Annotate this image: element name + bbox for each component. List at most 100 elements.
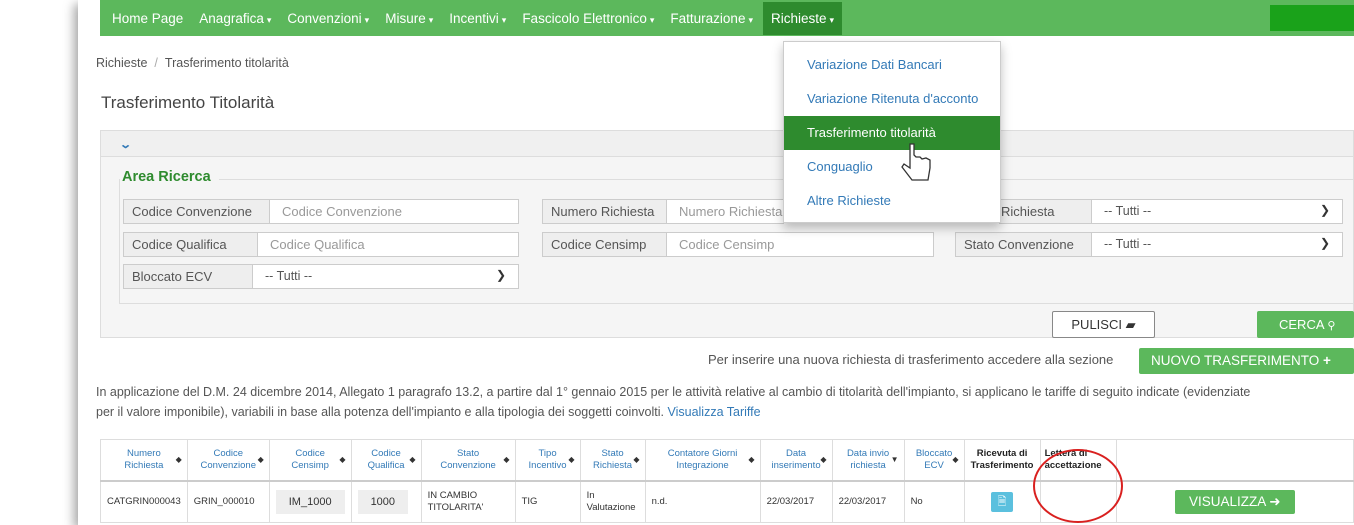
- col-codice-censimp[interactable]: Codice Censimp ◆: [268, 439, 352, 482]
- numero-richiesta-input[interactable]: Numero Richiesta: [667, 199, 784, 224]
- col-label-2: Censimp: [291, 459, 329, 471]
- nav-misure[interactable]: Misure ▾: [385, 11, 433, 26]
- col-actions: [1115, 439, 1354, 482]
- stato-convenzione-select[interactable]: -- Tutti -- ❯: [1092, 232, 1343, 257]
- chevron-down-icon: ❯: [1319, 236, 1330, 250]
- nav-fatturazione[interactable]: Fatturazione ▾: [670, 11, 753, 26]
- col-stato-convenzione[interactable]: Stato Convenzione ◆: [420, 439, 516, 482]
- nav-richieste[interactable]: Richieste ▾: [762, 1, 843, 35]
- breadcrumb: Richieste / Trasferimento titolarità: [96, 56, 289, 70]
- caret-down-icon: ▾: [364, 14, 370, 25]
- stato-convenzione-value: -- Tutti --: [1104, 237, 1152, 251]
- breadcrumb-parent[interactable]: Richieste: [96, 56, 147, 70]
- col-label-2: richiesta: [850, 459, 886, 471]
- col-stato-richiesta[interactable]: Stato Richiesta ◆: [579, 439, 646, 482]
- col-label-2: Richiesta: [593, 459, 633, 471]
- stato-conv-line1: IN CAMBIO: [427, 489, 478, 501]
- stato-richiesta-label: Richiesta: [999, 199, 1092, 224]
- col-label-2: Trasferimento: [970, 459, 1034, 471]
- col-bloccato-ecv[interactable]: Bloccato ECV ◆: [903, 439, 965, 482]
- cell-data-inserimento: 22/03/2017: [759, 480, 833, 523]
- cell-data-invio: 22/03/2017: [831, 480, 905, 523]
- nav-fascicolo-label: Fascicolo Elettronico: [522, 10, 647, 26]
- pdf-download-icon[interactable]: 🗎: [991, 491, 1014, 512]
- censimp-value: IM_1000: [275, 489, 345, 514]
- col-label-2: Convenzione: [200, 459, 256, 471]
- chevron-down-icon[interactable]: ⌄: [119, 138, 132, 151]
- col-data-invio[interactable]: Data invio richiesta ▼: [831, 439, 905, 482]
- sort-icon: ◆: [257, 455, 264, 464]
- col-label-1: Data invio: [846, 447, 890, 459]
- menu-item-variazione-ritenuta[interactable]: Variazione Ritenuta d'acconto: [784, 82, 1000, 116]
- menu-item-trasferimento-titolarita[interactable]: Trasferimento titolarità: [784, 116, 1000, 150]
- codice-qualifica-field: Codice Qualifica Codice Qualifica: [123, 232, 519, 257]
- sort-desc-icon: ▼: [890, 455, 899, 464]
- caret-down-icon: ▾: [748, 14, 753, 25]
- nav-anagrafica[interactable]: Anagrafica ▾: [199, 11, 271, 26]
- col-data-inserimento[interactable]: Data inserimento ◆: [759, 439, 833, 482]
- stato-richiesta-select[interactable]: -- Tutti -- ❯: [1092, 199, 1343, 224]
- bloccato-ecv-field: Bloccato ECV -- Tutti -- ❯: [123, 264, 519, 289]
- col-label-1: Numero: [126, 447, 161, 459]
- col-numero-richiesta[interactable]: Numero Richiesta ◆: [100, 439, 188, 482]
- col-label-2: inserimento: [771, 459, 821, 471]
- cerca-button[interactable]: CERCA ⚲: [1257, 311, 1354, 338]
- breadcrumb-current: Trasferimento titolarità: [164, 56, 289, 70]
- menu-item-conguaglio[interactable]: Conguaglio: [784, 150, 1000, 184]
- sort-icon: ◆: [820, 455, 827, 464]
- col-codice-qualifica[interactable]: Codice Qualifica ◆: [350, 439, 422, 482]
- codice-censimp-input[interactable]: Codice Censimp: [667, 232, 934, 257]
- sort-icon: ◆: [952, 455, 959, 464]
- user-area[interactable]: [1270, 5, 1354, 31]
- visualizza-label: VISUALIZZA: [1188, 493, 1266, 509]
- search-legend: Area Ricerca: [120, 169, 219, 185]
- cell-codice-censimp: IM_1000: [268, 480, 352, 523]
- col-codice-convenzione[interactable]: Codice Convenzione ◆: [186, 439, 270, 482]
- nav-convenzioni[interactable]: Convenzioni ▾: [287, 11, 369, 26]
- arrow-right-icon: ➜: [1269, 493, 1281, 509]
- col-label-2: Integrazione: [676, 459, 729, 471]
- sort-icon: ◆: [568, 455, 575, 464]
- nav-incentivi[interactable]: Incentivi ▾: [449, 11, 506, 26]
- bloccato-ecv-select[interactable]: -- Tutti -- ❯: [253, 264, 519, 289]
- codice-qualifica-label: Codice Qualifica: [123, 232, 258, 257]
- pulisci-button[interactable]: PULISCI ▰: [1052, 311, 1155, 338]
- codice-convenzione-field: Codice Convenzione Codice Convenzione: [123, 199, 519, 224]
- codice-censimp-field: Codice Censimp Codice Censimp: [542, 232, 934, 257]
- bloccato-ecv-label: Bloccato ECV: [123, 264, 253, 289]
- mouse-pointer-icon: [901, 143, 931, 181]
- col-tipo-incentivo[interactable]: Tipo Incentivo ◆: [514, 439, 581, 482]
- sort-icon: ◆: [633, 455, 640, 464]
- paragraph-line1: In applicazione del D.M. 24 dicembre 201…: [96, 385, 1251, 399]
- visualizza-button[interactable]: VISUALIZZA ➜: [1174, 489, 1295, 514]
- cell-actions: VISUALIZZA ➜: [1115, 480, 1354, 523]
- nav-fascicolo-elettronico[interactable]: Fascicolo Elettronico ▾: [522, 11, 654, 26]
- col-label-1: Tipo: [538, 447, 557, 459]
- panel-header[interactable]: ⌄: [101, 131, 1353, 157]
- tariff-info-paragraph: In applicazione del D.M. 24 dicembre 201…: [96, 382, 1354, 422]
- cell-codice-qualifica: 1000: [350, 480, 422, 523]
- richieste-dropdown-menu: Variazione Dati Bancari Variazione Riten…: [783, 41, 1001, 223]
- col-contatore-giorni[interactable]: Contatore Giorni Integrazione ◆: [644, 439, 761, 482]
- caret-down-icon: ▾: [649, 14, 655, 25]
- col-label-1: Codice: [213, 447, 244, 459]
- sort-icon: ◆: [503, 455, 510, 464]
- nuovo-trasferimento-button[interactable]: NUOVO TRASFERIMENTO +: [1139, 348, 1354, 374]
- nav-convenzioni-label: Convenzioni: [287, 10, 362, 26]
- codice-qualifica-input[interactable]: Codice Qualifica: [258, 232, 519, 257]
- main-navbar: Home Page Anagrafica ▾ Convenzioni ▾ Misur…: [100, 0, 1354, 36]
- page-title: Trasferimento Titolarità: [101, 93, 275, 112]
- nav-home-page[interactable]: Home Page: [112, 11, 183, 26]
- menu-item-variazione-dati-bancari[interactable]: Variazione Dati Bancari: [784, 48, 1000, 82]
- page-margin: [0, 0, 78, 525]
- col-label-1: Codice: [295, 447, 325, 459]
- cell-contatore: n.d.: [644, 480, 761, 523]
- codice-convenzione-input[interactable]: Codice Convenzione: [270, 199, 519, 224]
- nav-richieste-label: Richieste: [770, 10, 827, 26]
- visualizza-tariffe-link[interactable]: Visualizza Tariffe: [667, 405, 760, 419]
- cell-stato-convenzione: IN CAMBIO TITOLARITA': [420, 480, 516, 523]
- menu-item-altre-richieste[interactable]: Altre Richieste: [784, 184, 1000, 218]
- nav-misure-label: Misure: [385, 10, 426, 26]
- stato-richiesta-value: -- Tutti --: [1104, 204, 1152, 218]
- stato-richiesta-field: Richiesta -- Tutti -- ❯: [999, 199, 1343, 224]
